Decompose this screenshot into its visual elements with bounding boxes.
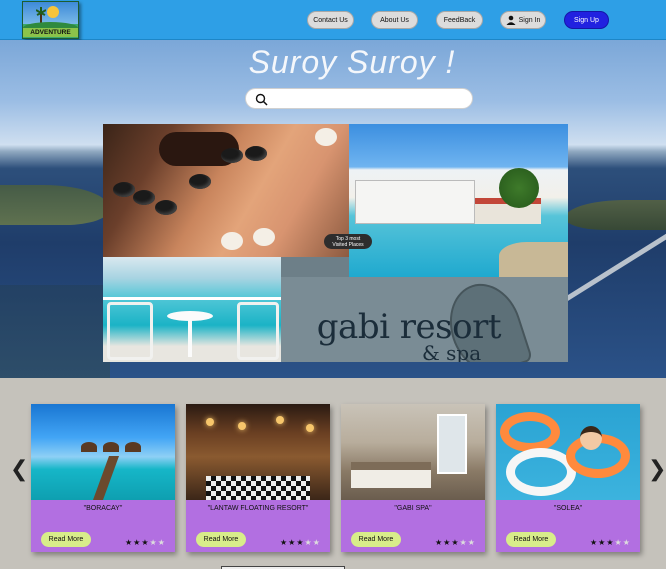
star-empty-icon: ★ [157, 538, 166, 547]
table-leg [188, 319, 192, 357]
flower [253, 228, 275, 246]
destination-card-gabi-spa[interactable]: "GABI SPA" Read More ★★★★★ [341, 404, 485, 552]
feedback-button[interactable]: FeedBack [436, 11, 483, 29]
chair-left [107, 302, 153, 360]
stone [133, 190, 155, 205]
lamp [238, 422, 246, 430]
read-more-button[interactable]: Read More [351, 532, 401, 547]
hero-shore [0, 285, 110, 378]
adventure-logo[interactable]: ADVENTURE [22, 1, 79, 39]
star-empty-icon: ★ [304, 538, 313, 547]
lamp [276, 416, 284, 424]
page-title: Suroy Suroy ! [248, 44, 456, 80]
solea-photo [496, 404, 640, 500]
badge-line-2: Visited Places [332, 241, 364, 248]
carousel-prev-arrow-icon[interactable]: ❮ [10, 457, 28, 482]
child [580, 426, 602, 450]
top-places-badge: Top 3 most Visited Places [324, 234, 372, 249]
star-rating: ★★★★★ [280, 538, 321, 547]
carousel-next-arrow-icon[interactable]: ❯ [648, 457, 666, 482]
gabi-resort-brand-panel: gabi resort & spa [281, 274, 568, 362]
brand-subtitle: & spa [422, 341, 482, 362]
sign-in-button[interactable]: Sign In [500, 11, 546, 29]
stone [155, 200, 177, 215]
read-more-button[interactable]: Read More [196, 532, 246, 547]
boracay-photo [31, 404, 175, 500]
read-more-button[interactable]: Read More [41, 532, 91, 547]
hot-stone-massage-photo [103, 124, 349, 257]
destination-card-boracay[interactable]: "BORACAY" Read More ★★★★★ [31, 404, 175, 552]
top-nav-bar: ADVENTURE Contact Us About Us FeedBack S… [0, 0, 666, 40]
star-rating: ★★★★★ [590, 538, 631, 547]
star-filled-icon: ★ [606, 538, 615, 547]
checkered-floor [206, 476, 310, 500]
star-filled-icon: ★ [141, 538, 150, 547]
float-ring [500, 412, 560, 452]
lamp [306, 424, 314, 432]
user-icon [506, 15, 516, 25]
window [437, 414, 467, 474]
sign-up-button[interactable]: Sign Up [564, 11, 609, 29]
water-hut [125, 442, 141, 452]
lantaw-floating-resort-photo [186, 404, 330, 500]
logo-sun-icon [47, 6, 59, 18]
star-filled-icon: ★ [125, 538, 134, 547]
star-filled-icon: ★ [296, 538, 305, 547]
star-rating: ★★★★★ [435, 538, 476, 547]
card-title: "SOLEA" [553, 505, 583, 512]
star-empty-icon: ★ [614, 538, 623, 547]
hero-land-left [0, 185, 110, 225]
resort-pool-photo [349, 124, 568, 277]
sign-in-label: Sign In [518, 16, 541, 24]
hero-bridge [560, 225, 666, 378]
flower [315, 128, 337, 146]
star-empty-icon: ★ [467, 538, 476, 547]
destination-card-lantaw[interactable]: "LANTAW FLOATING RESORT" Read More ★★★★★ [186, 404, 330, 552]
star-empty-icon: ★ [622, 538, 631, 547]
star-filled-icon: ★ [435, 538, 444, 547]
card-title: "LANTAW FLOATING RESORT" [207, 505, 309, 512]
search-input[interactable] [245, 88, 473, 109]
destination-card-solea[interactable]: "SOLEA" Read More ★★★★★ [496, 404, 640, 552]
water-hut [103, 442, 119, 452]
hotel-building [355, 180, 475, 224]
gabi-spa-photo [341, 404, 485, 500]
stone [221, 148, 243, 163]
stone [245, 146, 267, 161]
read-more-button[interactable]: Read More [506, 532, 556, 547]
card-title: "BORACAY" [83, 505, 123, 512]
water-hut [81, 442, 97, 452]
star-filled-icon: ★ [451, 538, 460, 547]
pier [92, 456, 120, 500]
logo-label: ADVENTURE [23, 28, 78, 37]
search-icon[interactable] [255, 93, 268, 106]
palm-tree [499, 168, 539, 208]
bed [351, 462, 431, 488]
flower [221, 232, 243, 250]
stone [189, 174, 211, 189]
about-us-button[interactable]: About Us [371, 11, 418, 29]
hero-land-right [565, 200, 666, 230]
star-empty-icon: ★ [149, 538, 158, 547]
star-empty-icon: ★ [312, 538, 321, 547]
contact-us-button[interactable]: Contact Us [307, 11, 354, 29]
lamp [206, 418, 214, 426]
chair-right [237, 302, 279, 360]
badge-line-1: Top 3 most [335, 235, 361, 242]
balcony-rail [103, 297, 281, 300]
star-filled-icon: ★ [280, 538, 289, 547]
star-rating: ★★★★★ [125, 538, 166, 547]
stone [113, 182, 135, 197]
star-empty-icon: ★ [459, 538, 468, 547]
poolside-lounge-photo [103, 257, 281, 362]
star-filled-icon: ★ [590, 538, 599, 547]
card-title: "GABI SPA" [394, 505, 432, 512]
pool-deck [499, 242, 568, 277]
